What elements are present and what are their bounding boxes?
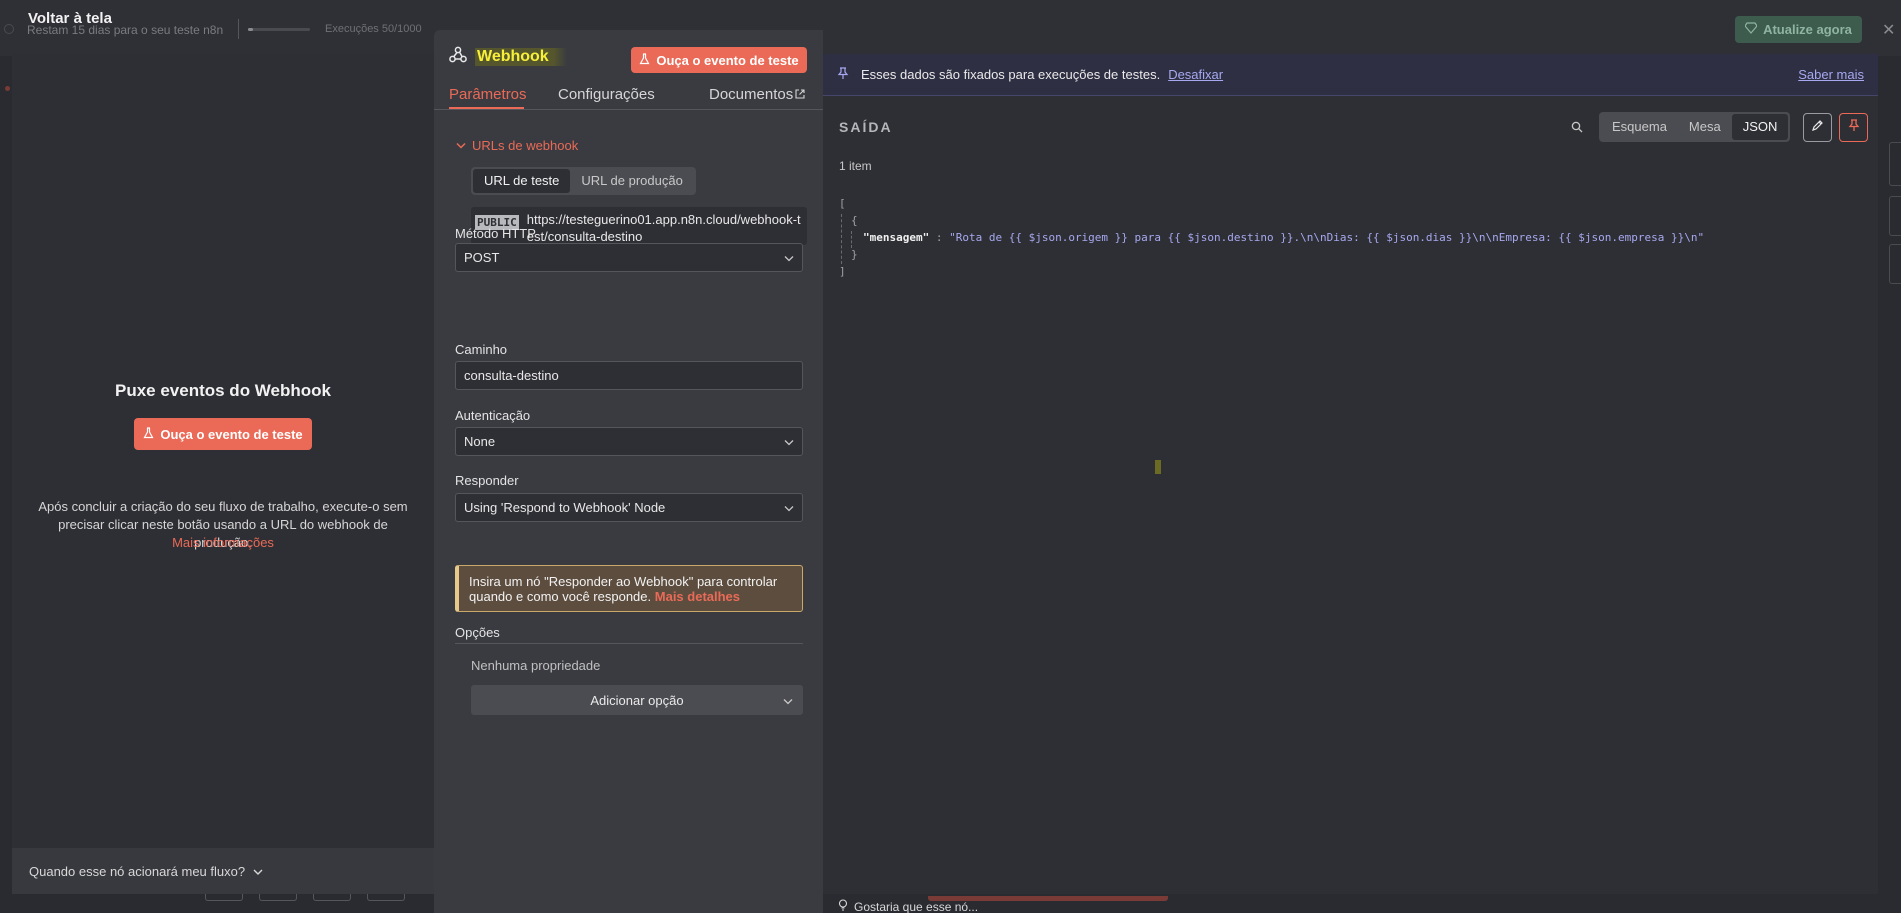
canvas-node-edge [1889,196,1901,236]
divider [238,19,239,39]
flask-icon [143,426,154,442]
options-label: Opções [455,625,500,640]
view-table[interactable]: Mesa [1678,114,1732,140]
item-count: 1 item [839,159,872,173]
diamond-icon [1744,22,1758,37]
executions-count: Execuções 50/1000 [325,23,422,35]
url-type-toggle: URL de teste URL de produção [471,167,696,195]
pin-icon [837,66,849,83]
respond-value: Using 'Respond to Webhook' Node [464,500,666,515]
listen-label: Ouça o evento de teste [160,426,303,442]
tab-docs[interactable]: Documentos [709,86,805,103]
json-brace: { [851,214,858,227]
flask-icon [639,52,650,68]
input-panel: Puxe eventos do Webhook Ouça o evento de… [12,54,434,894]
canvas-node-edge [1889,142,1901,186]
node-settings-panel: Webhook Ouça o evento de teste Parâmetro… [434,30,823,913]
chevron-down-icon [456,138,466,153]
canvas-node-edge [1889,244,1901,284]
view-schema[interactable]: Esquema [1601,114,1678,140]
http-method-select[interactable]: POST [455,243,803,272]
respond-select[interactable]: Using 'Respond to Webhook' Node [455,493,803,522]
bottom-hint[interactable]: Gostaria que esse nó... [838,899,978,913]
auth-select[interactable]: None [455,427,803,456]
bottom-hint-label: Gostaria que esse nó... [854,899,979,913]
chevron-down-icon [253,864,263,879]
view-json[interactable]: JSON [1731,114,1789,140]
respond-label: Responder [455,473,519,488]
pin-icon [1848,118,1860,137]
add-option-button[interactable]: Adicionar opção [471,685,803,715]
http-method-value: POST [464,250,500,265]
chevron-down-icon [784,500,794,515]
tab-settings[interactable]: Configurações [558,86,655,103]
no-property-text: Nenhuma propriedade [471,658,601,673]
divider [455,643,803,644]
path-label: Caminho [455,342,508,357]
edit-output-button[interactable] [1803,113,1832,142]
trigger-question-label: Quando esse nó acionará meu fluxo? [29,863,246,879]
output-view-toggle: Esquema Mesa JSON [1599,112,1791,142]
webhook-url[interactable]: https://testeguerino01.app.n8n.cloud/web… [527,211,803,245]
node-header: Webhook [449,46,567,68]
close-icon[interactable]: ✕ [1882,20,1895,40]
add-option-label: Adicionar opção [590,692,684,708]
json-bracket: ] [839,265,846,278]
test-url-tab[interactable]: URL de teste [473,169,571,193]
listen-test-event-button[interactable]: Ouça o evento de teste [134,418,312,450]
external-link-icon [795,86,805,103]
json-value[interactable]: "Rota de {{ $json.origem }} para {{ $jso… [949,231,1704,244]
pinned-text: Esses dados são fixados para execuções d… [861,67,1161,82]
text-cursor [1155,460,1161,474]
http-method-label: Método HTTP [455,226,536,241]
executions-progress [248,28,310,31]
trigger-question[interactable]: Quando esse nó acionará meu fluxo? [12,848,434,894]
canvas-mark [5,86,10,91]
upgrade-button[interactable]: Atualize agora [1735,16,1862,43]
webhook-urls-toggle[interactable]: URLs de webhook [456,138,578,153]
webhook-icon [449,46,467,68]
webhook-urls-label: URLs de webhook [472,138,579,153]
json-entry: "mensagem" : "Rota de {{ $json.origem }}… [839,229,1704,246]
learn-more-link[interactable]: Saber mais [1798,67,1864,82]
active-tab-indicator [449,107,524,109]
json-key: "mensagem" [863,231,930,244]
output-title: SAÍDA [839,119,893,135]
upgrade-label: Atualize agora [1763,22,1852,37]
unpin-link[interactable]: Desafixar [1168,67,1223,82]
json-brace: } [851,248,858,261]
pinned-data-banner: Esses dados são fixados para execuções d… [823,54,1878,96]
lightbulb-icon [838,899,848,913]
more-details-link[interactable]: Mais detalhes [655,589,740,604]
json-bracket: [ [839,197,846,210]
pin-output-button[interactable] [1839,113,1868,142]
node-tabs: Parâmetros Configurações Documentos [434,84,823,110]
json-colon: : [929,231,950,244]
chevron-down-icon [783,693,793,708]
production-url-tab[interactable]: URL de produção [570,169,693,193]
tab-parameters[interactable]: Parâmetros [449,86,527,103]
chevron-down-icon [784,434,794,449]
node-title[interactable]: Webhook [475,48,567,66]
info-icon [4,24,14,34]
trial-text: Restam 15 dias para o seu teste n8n [27,23,224,37]
auth-value: None [464,434,496,449]
path-input[interactable]: consulta-destino [455,361,803,390]
more-info-link[interactable]: Mais informações [12,535,434,550]
listen-label: Ouça o evento de teste [656,52,799,68]
search-icon[interactable] [1571,120,1583,138]
json-output[interactable]: [ { "mensagem" : "Rota de {{ $json.orige… [839,195,1704,280]
chevron-down-icon [784,250,794,265]
respond-notice: Insira um nó "Responder ao Webhook" para… [455,565,803,612]
listen-test-event-button[interactable]: Ouça o evento de teste [631,47,807,73]
pencil-icon [1811,119,1824,137]
input-title: Puxe eventos do Webhook [114,381,331,400]
tab-docs-label: Documentos [709,86,794,103]
auth-label: Autenticação [455,408,531,423]
output-panel: Esses dados são fixados para execuções d… [823,54,1878,894]
